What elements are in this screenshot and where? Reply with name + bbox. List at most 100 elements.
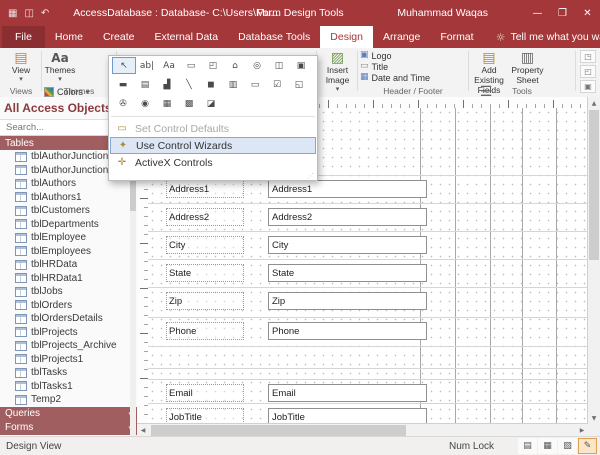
nav-group-forms[interactable]: Forms▾ <box>0 421 137 435</box>
view-button[interactable]: ▤ View ▾ <box>12 50 30 84</box>
vertical-scrollbar[interactable]: ▲ ▼ <box>587 97 600 424</box>
use-control-wizards-menu-item[interactable]: ✦Use Control Wizards <box>110 137 316 154</box>
line-tool[interactable]: ╲ <box>178 77 200 92</box>
resize-grip-icon[interactable]: ⋰ <box>307 172 314 180</box>
table-item[interactable]: tblEmployee <box>0 231 137 245</box>
themes-button[interactable]: Aa Themes ▾ <box>44 50 76 84</box>
form-view-shortcut-button[interactable]: ▤ <box>518 438 537 454</box>
field-label-address2[interactable]: Address2 <box>166 208 244 226</box>
window-cascade-icon[interactable]: ◰ <box>580 65 596 78</box>
tab-arrange[interactable]: Arrange <box>373 26 430 48</box>
field-label-state[interactable]: State <box>166 264 244 282</box>
table-item[interactable]: tblHRData <box>0 258 137 272</box>
close-button[interactable]: ✕ <box>575 0 600 26</box>
field-textbox-phone[interactable]: Phone <box>268 322 427 340</box>
label-tool[interactable]: Aa <box>158 58 180 73</box>
field-textbox-address1[interactable]: Address1 <box>268 180 427 198</box>
toggle-button-tool[interactable]: ◼ <box>200 77 222 92</box>
attachment-tool[interactable]: ✇ <box>112 96 134 111</box>
field-label-phone[interactable]: Phone <box>166 322 244 340</box>
field-textbox-jobtitle[interactable]: JobTitle <box>268 408 427 424</box>
field-label-jobtitle[interactable]: JobTitle <box>166 408 244 424</box>
scroll-left-icon[interactable]: ◀ <box>137 424 149 436</box>
navigation-control-tool[interactable]: ◫ <box>268 58 290 73</box>
field-label-zip[interactable]: Zip <box>166 292 244 310</box>
check-box-tool[interactable]: ☑ <box>266 77 288 92</box>
option-button-tool[interactable]: ◉ <box>134 96 156 111</box>
table-item[interactable]: tblOrdersDetails <box>0 312 137 326</box>
tab-create[interactable]: Create <box>93 26 145 48</box>
field-label-address1[interactable]: Address1 <box>166 180 244 198</box>
table-item[interactable]: tblProjects <box>0 326 137 340</box>
window-switch-icon[interactable]: ▣ <box>580 80 596 93</box>
insert-page-break-tool[interactable]: ▬ <box>112 77 134 92</box>
table-item[interactable]: tblTasks1 <box>0 380 137 394</box>
insert-image-button[interactable]: ▨ Insert Image ▾ <box>319 50 356 84</box>
property-sheet-button[interactable]: ▥ Property Sheet <box>511 50 543 84</box>
bound-object-frame-tool[interactable]: ▩ <box>178 96 200 111</box>
table-item[interactable]: Temp2 <box>0 393 137 407</box>
table-item[interactable]: tblJobs <box>0 285 137 299</box>
table-item[interactable]: tblOrders <box>0 299 137 313</box>
field-textbox-state[interactable]: State <box>268 264 427 282</box>
text-box-tool[interactable]: ab| <box>136 58 158 73</box>
table-item[interactable]: tblProjects1 <box>0 353 137 367</box>
subform-subreport-tool[interactable]: ▦ <box>156 96 178 111</box>
horizontal-scrollbar[interactable]: ◀ ▶ <box>137 423 588 437</box>
web-browser-control-tool[interactable]: ◎ <box>246 58 268 73</box>
tab-file[interactable]: File <box>2 26 45 48</box>
unbound-object-frame-tool[interactable]: ◱ <box>288 77 310 92</box>
button-tool[interactable]: ▭ <box>180 58 202 73</box>
rectangle-tool[interactable]: ▭ <box>244 77 266 92</box>
combo-box-tool[interactable]: ▤ <box>134 77 156 92</box>
table-item[interactable]: tblTasks <box>0 366 137 380</box>
design-view-shortcut-button[interactable]: ✎ <box>578 438 597 454</box>
title-button[interactable]: ▭ Title <box>360 61 466 72</box>
datasheet-view-shortcut-button[interactable]: ▦ <box>538 438 557 454</box>
table-item[interactable]: tblAuthors1 <box>0 191 137 205</box>
add-existing-fields-button[interactable]: ▤ Add Existing Fields <box>471 50 507 84</box>
undo-icon[interactable]: ↶ <box>41 8 49 19</box>
date-and-time-button[interactable]: ▦ Date and Time <box>360 72 466 83</box>
list-box-tool[interactable]: ▥ <box>222 77 244 92</box>
logo-button[interactable]: ▣ Logo <box>360 50 466 61</box>
table-item[interactable]: tblEmployees <box>0 245 137 259</box>
table-item[interactable]: tblHRData1 <box>0 272 137 286</box>
scroll-up-icon[interactable]: ▲ <box>588 97 600 109</box>
scrollbar-thumb[interactable] <box>151 425 406 436</box>
layout-view-shortcut-button[interactable]: ▧ <box>558 438 577 454</box>
table-item[interactable]: tblProjects_Archive <box>0 339 137 353</box>
field-textbox-email[interactable]: Email <box>268 384 427 402</box>
field-label-email[interactable]: Email <box>166 384 244 402</box>
activex-controls-menu-item[interactable]: ✛ActiveX Controls <box>110 154 316 171</box>
tab-external-data[interactable]: External Data <box>144 26 228 48</box>
window-tile-icon[interactable]: ◳ <box>580 50 596 63</box>
nav-group-queries[interactable]: Queries▾ <box>0 407 137 421</box>
image-tool[interactable]: ◪ <box>200 96 222 111</box>
scroll-right-icon[interactable]: ▶ <box>576 424 588 436</box>
table-item[interactable]: tblDepartments <box>0 218 137 232</box>
hyperlink-tool[interactable]: ⌂ <box>224 58 246 73</box>
scroll-down-icon[interactable]: ▼ <box>588 412 600 424</box>
field-textbox-city[interactable]: City <box>268 236 427 254</box>
maximize-button[interactable]: ❐ <box>550 0 575 26</box>
grid-row-line <box>148 368 588 369</box>
tab-design[interactable]: Design <box>320 26 373 48</box>
app-icon[interactable]: ▦ <box>8 8 17 19</box>
field-label-city[interactable]: City <box>166 236 244 254</box>
scrollbar-thumb[interactable] <box>589 110 599 260</box>
minimize-button[interactable]: — <box>525 0 550 26</box>
field-textbox-address2[interactable]: Address2 <box>268 208 427 226</box>
field-textbox-zip[interactable]: Zip <box>268 292 427 310</box>
tab-database-tools[interactable]: Database Tools <box>228 26 320 48</box>
tell-me-box[interactable]: ☼Tell me what you want to do <box>496 26 600 48</box>
select-tool[interactable]: ↖ <box>112 57 136 74</box>
option-group-tool[interactable]: ▣ <box>290 58 312 73</box>
tab-format[interactable]: Format <box>430 26 483 48</box>
table-item[interactable]: tblCustomers <box>0 204 137 218</box>
chart-tool[interactable]: ▟ <box>156 77 178 92</box>
tab-control-tool[interactable]: ◰ <box>202 58 224 73</box>
tab-home[interactable]: Home <box>45 26 93 48</box>
account-name[interactable]: Muhammad Waqas <box>397 7 488 19</box>
save-icon[interactable]: ◫ <box>24 8 33 19</box>
